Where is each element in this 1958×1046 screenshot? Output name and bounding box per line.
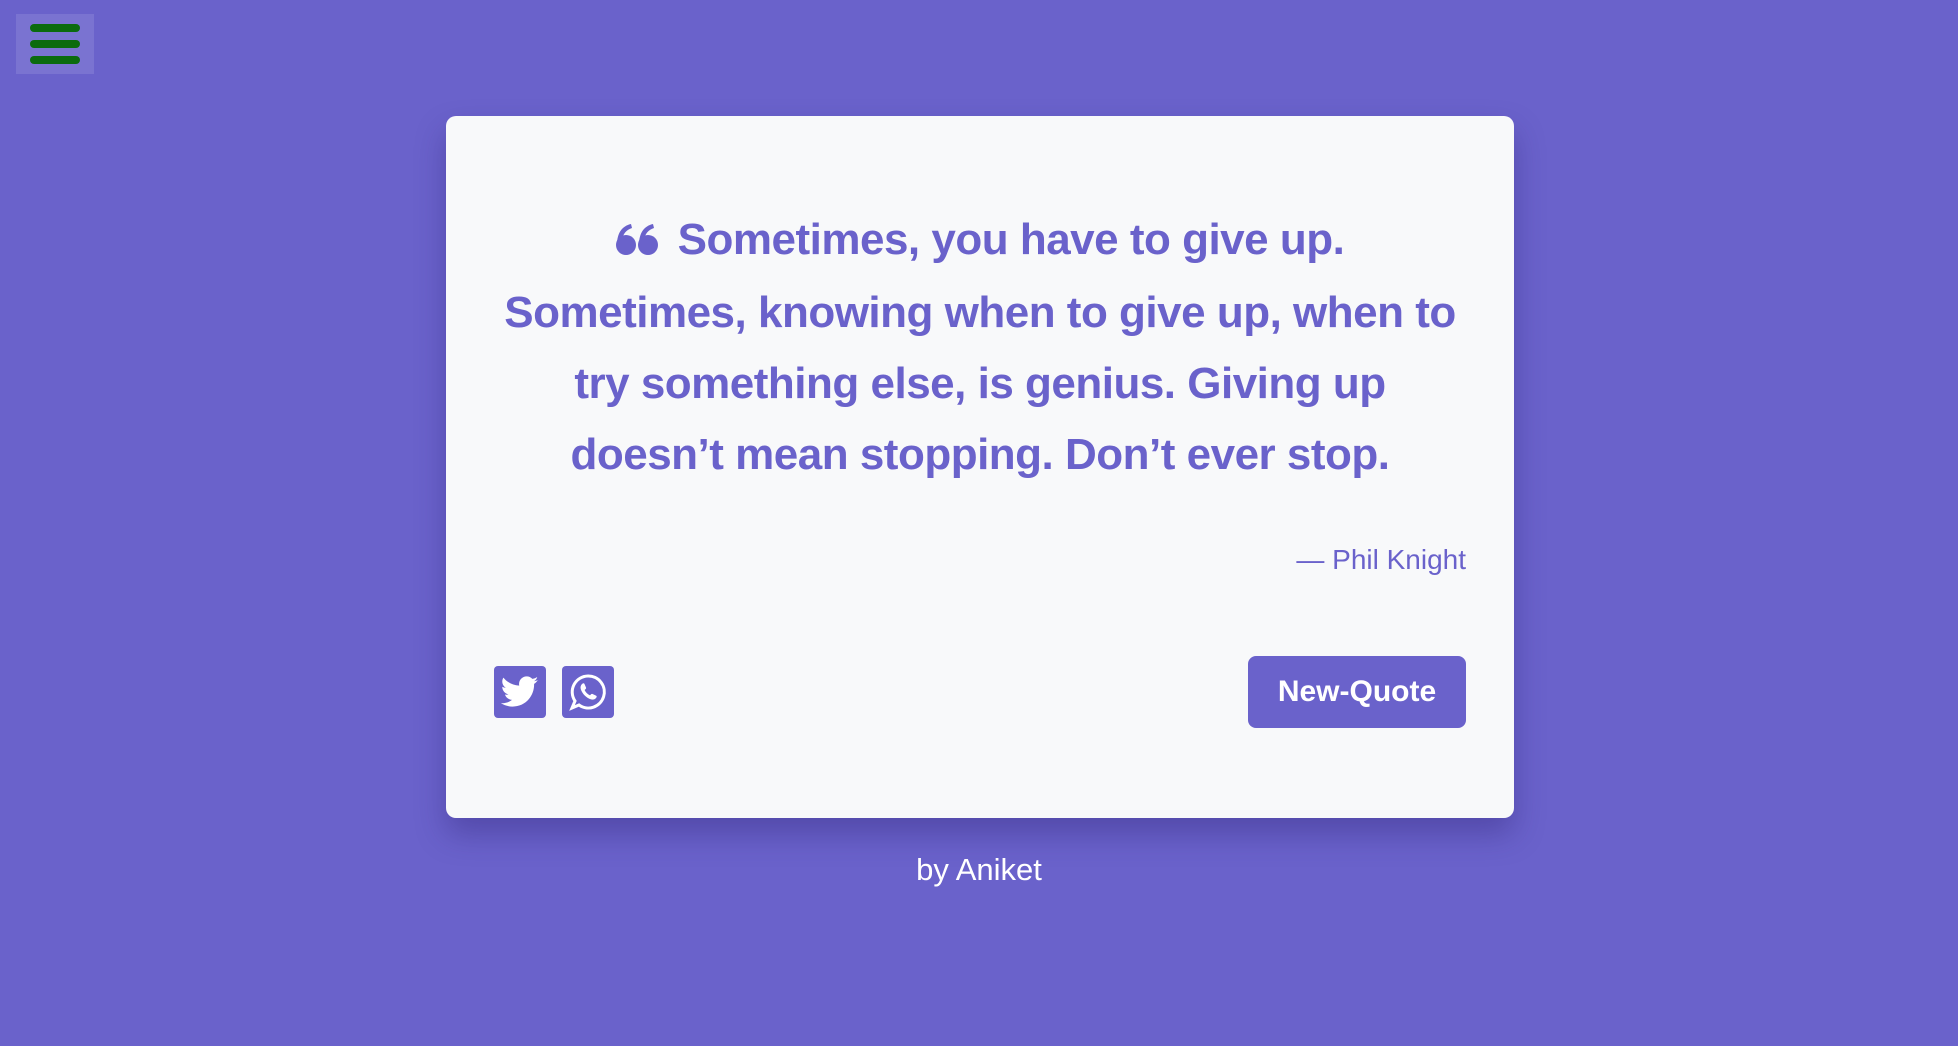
twitter-share-button[interactable] — [494, 666, 546, 718]
hamburger-menu-icon-bar-bottom — [30, 56, 80, 64]
share-buttons — [494, 666, 614, 718]
quote-card: Sometimes, you have to give up. Sometime… — [446, 116, 1514, 818]
quote-author: — Phil Knight — [1296, 544, 1466, 575]
whatsapp-share-button[interactable] — [562, 666, 614, 718]
quote-block: Sometimes, you have to give up. Sometime… — [496, 204, 1464, 490]
quote-left-icon — [615, 206, 658, 277]
twitter-icon — [501, 676, 539, 707]
footer-credit: by Aniket — [916, 852, 1042, 887]
new-quote-button[interactable]: New-Quote — [1248, 656, 1466, 728]
hamburger-menu-icon-bar-middle — [30, 40, 80, 48]
whatsapp-icon — [569, 674, 606, 711]
menu-button[interactable] — [16, 14, 94, 74]
hamburger-menu-icon-bar-top — [30, 24, 80, 32]
